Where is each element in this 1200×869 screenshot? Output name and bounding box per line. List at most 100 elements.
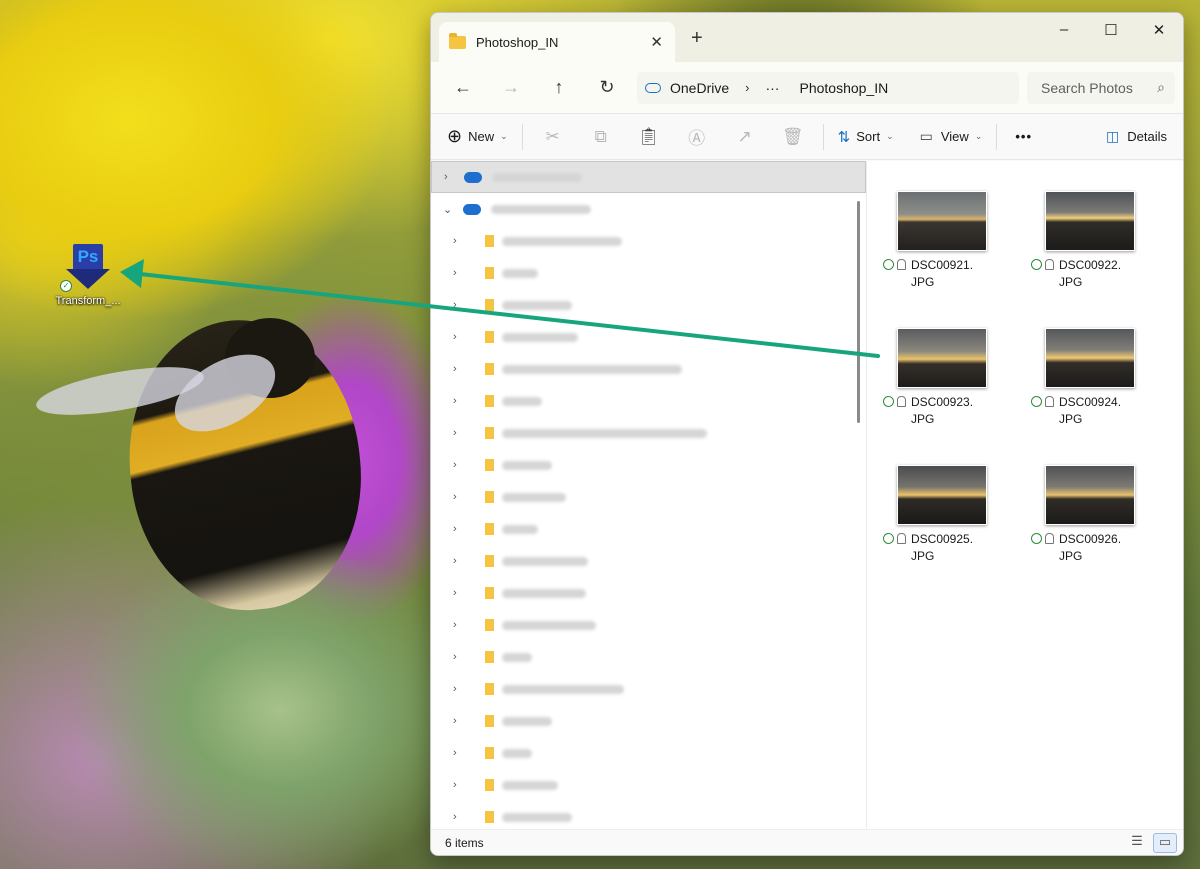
tree-item-folder[interactable]: › <box>431 737 866 769</box>
tree-item-folder[interactable]: › <box>431 385 866 417</box>
redacted-label <box>502 428 707 438</box>
tree-item-folder[interactable]: › <box>431 289 866 321</box>
view-button[interactable]: ▭ View ⌄ <box>912 128 991 145</box>
paste-icon[interactable]: 📋︎ <box>625 127 673 147</box>
file-item[interactable]: DSC00925.JPG <box>883 465 993 565</box>
delete-icon[interactable]: 🗑︎ <box>769 127 817 147</box>
chevron-right-icon[interactable]: › <box>453 651 473 663</box>
chevron-right-icon[interactable]: › <box>453 491 473 503</box>
chevron-right-icon[interactable]: › <box>453 235 473 247</box>
refresh-button[interactable]: ↻ <box>583 77 631 98</box>
minimize-button[interactable]: – <box>1049 21 1079 38</box>
see-more-button[interactable]: ••• <box>1007 129 1040 144</box>
file-item[interactable]: DSC00924.JPG <box>1031 328 1141 428</box>
file-name: DSC00922.JPG <box>1059 258 1122 289</box>
tree-item-folder[interactable]: › <box>431 481 866 513</box>
chevron-right-icon[interactable]: › <box>453 587 473 599</box>
nav-pane-scrollbar[interactable] <box>857 201 860 423</box>
tree-item-folder[interactable]: › <box>431 449 866 481</box>
tiles-view-icon[interactable]: ▭ <box>1153 833 1177 853</box>
tree-item-folder[interactable]: › <box>431 417 866 449</box>
share-icon[interactable]: ↗ <box>721 127 769 147</box>
chevron-right-icon[interactable]: › <box>453 427 473 439</box>
sort-button[interactable]: ⇅ Sort ⌄ <box>830 128 902 146</box>
folder-icon <box>485 363 494 375</box>
tree-item-folder[interactable]: › <box>431 321 866 353</box>
chevron-right-icon[interactable]: › <box>453 779 473 791</box>
breadcrumb-onedrive[interactable]: OneDrive <box>670 80 729 96</box>
redacted-label <box>502 524 538 534</box>
search-box[interactable]: Search Photos ⌕ <box>1027 71 1175 104</box>
close-tab-icon[interactable]: ✕ <box>650 33 663 51</box>
sort-icon: ⇅ <box>837 128 851 146</box>
redacted-label <box>502 556 588 566</box>
forward-button[interactable]: → <box>487 77 535 98</box>
file-item[interactable]: DSC00926.JPG <box>1031 465 1141 565</box>
drop-arrow-icon <box>66 269 110 289</box>
close-window-button[interactable]: ✕ <box>1144 21 1174 39</box>
up-button[interactable]: ↑ <box>535 77 583 98</box>
maximize-button[interactable]: ☐ <box>1096 21 1126 39</box>
search-placeholder: Search Photos <box>1041 79 1133 96</box>
tab-photoshop-in[interactable]: Photoshop_IN ✕ <box>439 22 675 62</box>
shared-person-icon <box>1045 396 1054 407</box>
new-tab-button[interactable]: + <box>691 27 703 50</box>
tree-item-folder[interactable]: › <box>431 769 866 801</box>
file-thumbnail <box>1045 328 1135 388</box>
breadcrumb-photoshop-in[interactable]: Photoshop_IN <box>799 80 888 96</box>
chevron-right-icon[interactable]: › <box>453 459 473 471</box>
shared-person-icon <box>897 259 906 270</box>
details-button[interactable]: ◫ Details <box>1098 128 1175 145</box>
tree-item-folder[interactable]: › <box>431 513 866 545</box>
back-button[interactable]: ← <box>439 77 487 98</box>
chevron-right-icon[interactable]: › <box>453 747 473 759</box>
file-item[interactable]: DSC00922.JPG <box>1031 191 1141 291</box>
breadcrumb-chevron-icon[interactable]: › <box>745 80 749 95</box>
chevron-down-icon[interactable]: ⌄ <box>443 203 463 216</box>
chevron-right-icon[interactable]: › <box>453 683 473 695</box>
redacted-label <box>502 748 532 758</box>
breadcrumb-more[interactable]: ··· <box>765 80 779 96</box>
onedrive-cloud-icon <box>464 171 482 183</box>
new-button[interactable]: ⊕ New ⌄ <box>439 126 516 147</box>
file-item[interactable]: DSC00921.JPG <box>883 191 993 291</box>
tree-item-folder[interactable]: › <box>431 673 866 705</box>
details-pane-icon: ◫ <box>1106 128 1120 144</box>
folder-icon <box>485 267 494 279</box>
chevron-right-icon[interactable]: › <box>453 523 473 535</box>
tree-item-folder[interactable]: › <box>431 225 866 257</box>
shared-person-icon <box>897 396 906 407</box>
file-list: DSC00921.JPG DSC00922.JPG DSC00923.JPG D… <box>867 161 1183 829</box>
redacted-label <box>502 332 578 342</box>
tree-item-folder[interactable]: › <box>431 577 866 609</box>
chevron-right-icon[interactable]: › <box>453 811 473 823</box>
desktop-shortcut-transform[interactable]: Ps ✓ Transform_... <box>50 244 126 307</box>
tree-item-folder[interactable]: › <box>431 705 866 737</box>
details-view-icon[interactable]: ☰ <box>1125 833 1149 853</box>
chevron-right-icon[interactable]: › <box>453 331 473 343</box>
tree-item-folder[interactable]: › <box>431 641 866 673</box>
address-bar[interactable]: OneDrive › ··· Photoshop_IN <box>637 71 1019 104</box>
tree-item-folder[interactable]: › <box>431 609 866 641</box>
chevron-right-icon[interactable]: › <box>453 267 473 279</box>
tree-item-folder[interactable]: › <box>431 257 866 289</box>
cut-icon[interactable]: ✂ <box>529 127 577 147</box>
tree-item-folder[interactable]: › <box>431 353 866 385</box>
chevron-right-icon[interactable]: › <box>453 395 473 407</box>
chevron-right-icon[interactable]: › <box>453 715 473 727</box>
tree-item-folder[interactable]: › <box>431 545 866 577</box>
chevron-right-icon[interactable]: › <box>453 299 473 311</box>
chevron-down-icon: ⌄ <box>974 131 983 141</box>
chevron-right-icon[interactable]: › <box>453 363 473 375</box>
sync-ok-icon <box>1031 259 1042 270</box>
item-count: 6 items <box>445 835 484 850</box>
file-item[interactable]: DSC00923.JPG <box>883 328 993 428</box>
rename-icon[interactable]: Ⓐ <box>673 124 721 149</box>
tree-item-onedrive-account[interactable]: › <box>431 161 866 193</box>
chevron-right-icon[interactable]: › <box>444 171 464 183</box>
chevron-right-icon[interactable]: › <box>453 619 473 631</box>
details-label: Details <box>1127 129 1167 144</box>
chevron-right-icon[interactable]: › <box>453 555 473 567</box>
copy-icon[interactable]: ⧉ <box>577 127 625 147</box>
tree-item-onedrive-personal[interactable]: ⌄ <box>431 193 866 225</box>
